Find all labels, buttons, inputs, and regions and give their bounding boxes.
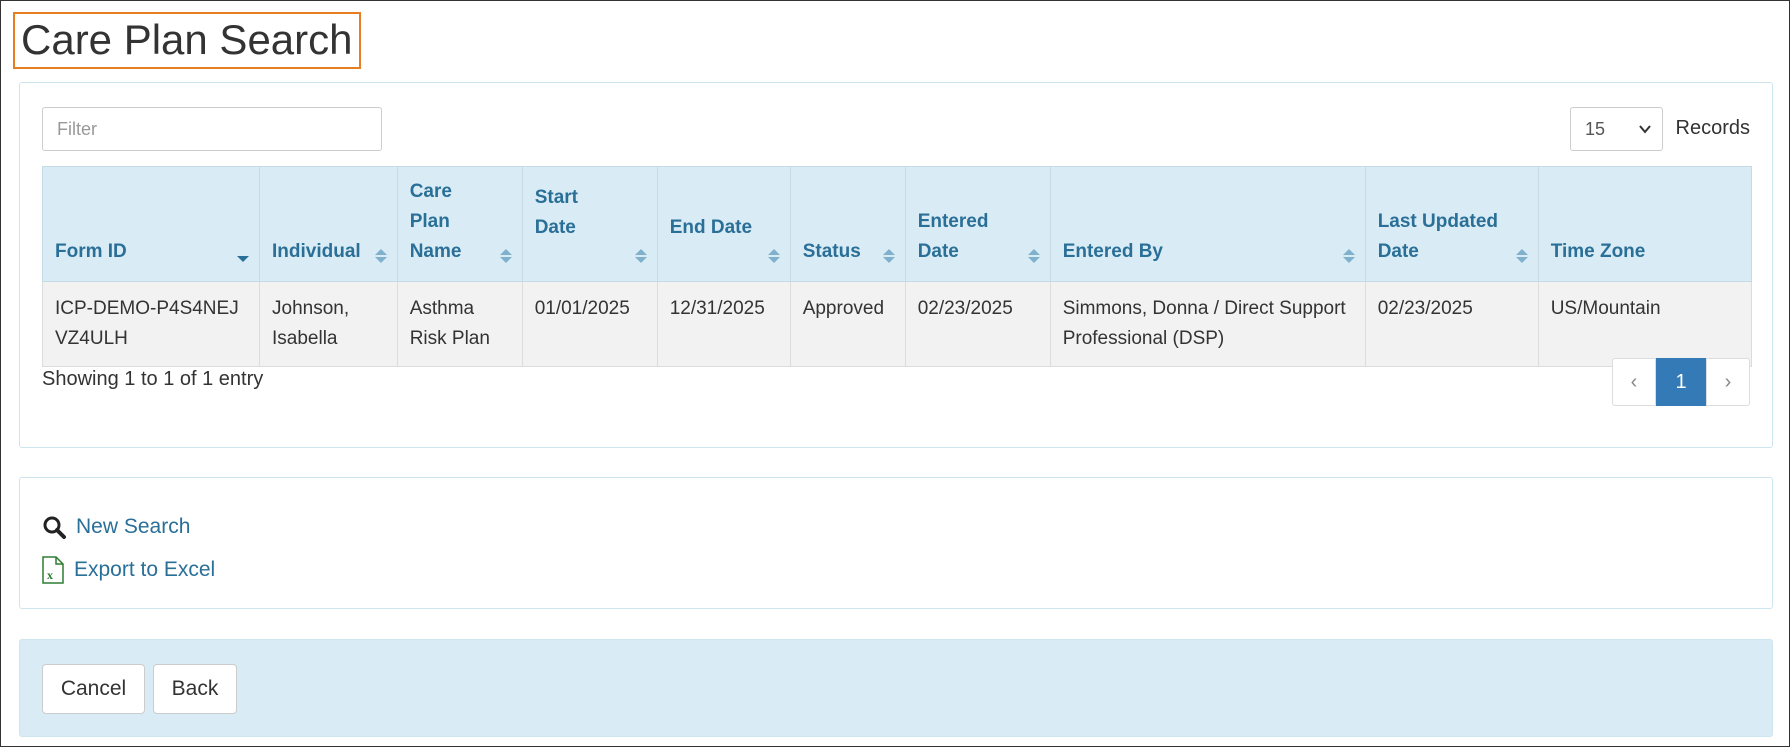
column-header-status[interactable]: Status xyxy=(789,166,906,282)
cell-entered-by: Simmons, Donna / Direct Support Professi… xyxy=(1049,281,1366,367)
results-table: Form ID Individual Care Plan Name Start … xyxy=(42,166,1753,367)
sort-both-icon xyxy=(767,249,780,263)
cell-form-id: ICP-DEMO-P4S4NEJVZ4ULH xyxy=(42,281,260,367)
export-excel-link[interactable]: x Export to Excel xyxy=(42,556,215,584)
column-header-end-date[interactable]: End Date xyxy=(656,166,791,282)
actions-panel: Cancel Back xyxy=(19,639,1773,737)
cell-care-plan-name: Asthma Risk Plan xyxy=(396,281,523,367)
column-header-entered-date[interactable]: Entered Date xyxy=(904,166,1051,282)
table-header-row: Form ID Individual Care Plan Name Start … xyxy=(42,166,1753,282)
cell-time-zone: US/Mountain xyxy=(1537,281,1753,367)
column-header-time-zone[interactable]: Time Zone xyxy=(1537,166,1753,282)
cell-start-date: 01/01/2025 xyxy=(521,281,658,367)
sort-both-icon xyxy=(634,249,647,263)
pagination: ‹ 1 › xyxy=(1612,358,1750,406)
svg-text:x: x xyxy=(47,568,53,582)
links-panel: New Search x Export to Excel xyxy=(19,477,1773,609)
pagination-prev-button[interactable]: ‹ xyxy=(1612,358,1656,406)
cancel-button[interactable]: Cancel xyxy=(42,664,145,714)
new-search-link[interactable]: New Search xyxy=(42,515,190,539)
showing-entries-text: Showing 1 to 1 of 1 entry xyxy=(42,368,264,390)
records-per-page-value: 15 xyxy=(1585,119,1606,139)
cell-end-date: 12/31/2025 xyxy=(656,281,791,367)
export-excel-label: Export to Excel xyxy=(74,558,216,581)
cell-last-updated-date: 02/23/2025 xyxy=(1364,281,1539,367)
results-panel: 15 Records Form ID Individual Care Plan … xyxy=(19,82,1773,448)
records-per-page-select[interactable]: 15 xyxy=(1570,107,1663,151)
sort-both-icon xyxy=(499,249,512,263)
sort-desc-icon xyxy=(237,256,249,262)
column-header-last-updated-date[interactable]: Last Updated Date xyxy=(1364,166,1539,282)
page-title: Care Plan Search xyxy=(13,12,361,69)
pagination-next-button[interactable]: › xyxy=(1706,358,1750,406)
filter-input[interactable] xyxy=(42,107,382,151)
back-button[interactable]: Back xyxy=(153,664,237,714)
chevron-down-icon xyxy=(1639,125,1651,134)
sort-both-icon xyxy=(1515,249,1528,263)
records-label: Records xyxy=(1675,117,1750,139)
sort-both-icon xyxy=(1027,249,1040,263)
column-header-start-date[interactable]: Start Date xyxy=(521,166,658,282)
new-search-label: New Search xyxy=(76,515,191,538)
pagination-page-button[interactable]: 1 xyxy=(1656,358,1706,406)
table-row[interactable]: ICP-DEMO-P4S4NEJVZ4ULH Johnson, Isabella… xyxy=(42,281,1753,367)
cell-status: Approved xyxy=(789,281,906,367)
cell-entered-date: 02/23/2025 xyxy=(904,281,1051,367)
column-header-form-id[interactable]: Form ID xyxy=(42,166,260,282)
column-header-individual[interactable]: Individual xyxy=(259,166,398,282)
search-icon xyxy=(43,516,66,539)
column-header-care-plan-name[interactable]: Care Plan Name xyxy=(396,166,523,282)
column-header-entered-by[interactable]: Entered By xyxy=(1049,166,1366,282)
sort-both-icon xyxy=(374,249,387,263)
sort-both-icon xyxy=(882,249,895,263)
excel-file-icon: x xyxy=(42,556,64,584)
sort-both-icon xyxy=(1342,249,1355,263)
cell-individual: Johnson, Isabella xyxy=(259,281,398,367)
